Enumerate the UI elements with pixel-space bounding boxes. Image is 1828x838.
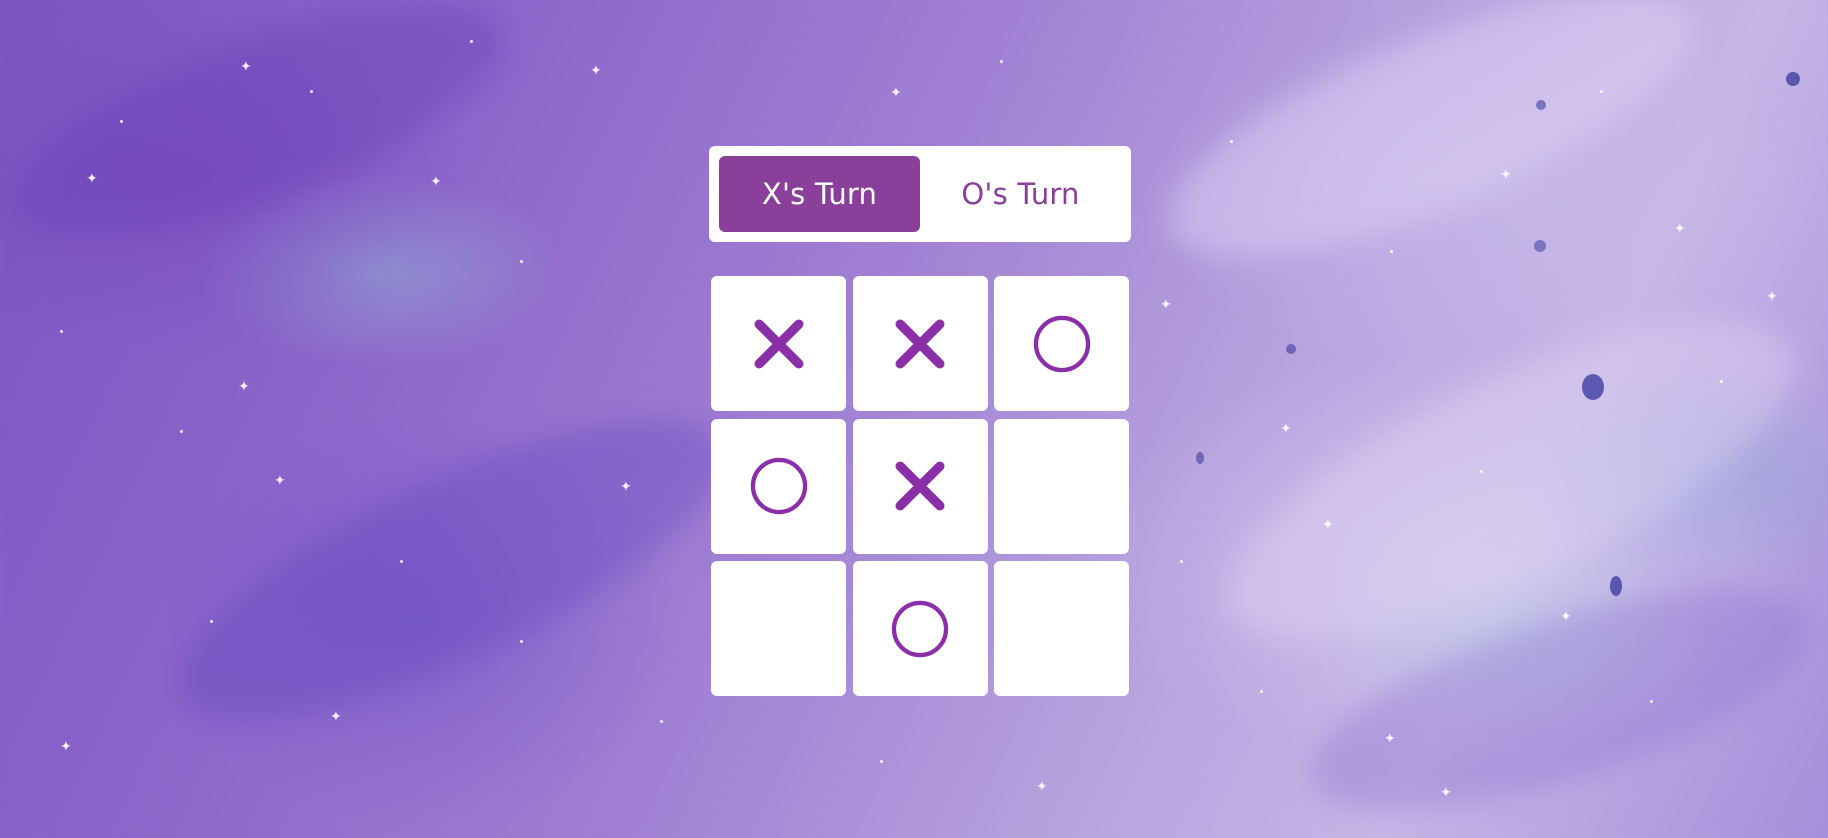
o-mark-icon — [750, 457, 807, 515]
bg-dot — [880, 760, 883, 763]
o-turn-button[interactable]: O's Turn — [920, 156, 1121, 232]
sparkle-icon: ✦ — [1500, 167, 1512, 183]
sparkle-icon: ✦ — [1384, 731, 1396, 747]
sparkle-icon: ✦ — [1160, 297, 1172, 313]
o-mark-icon — [891, 600, 949, 657]
sparkle-icon: ✦ — [1560, 609, 1572, 625]
bg-dot — [60, 330, 63, 333]
bg-dot — [470, 40, 473, 43]
sparkle-icon: ✦ — [238, 379, 250, 395]
bg-streak — [1186, 258, 1828, 702]
bg-dot — [1480, 470, 1483, 473]
x-mark-icon — [895, 461, 945, 511]
ink-blot — [1536, 100, 1546, 110]
sparkle-icon: ✦ — [430, 174, 442, 190]
board-cell[interactable] — [852, 418, 988, 554]
game-board — [711, 276, 1129, 696]
sparkle-icon: ✦ — [1036, 779, 1048, 795]
bg-dot — [1720, 380, 1723, 383]
bg-dot — [520, 260, 523, 263]
bg-streak — [0, 0, 532, 285]
ink-blot — [1286, 344, 1296, 354]
bg-dot — [660, 720, 663, 723]
sparkle-icon: ✦ — [240, 59, 252, 75]
bg-streak — [140, 361, 760, 779]
ink-blot — [1610, 576, 1622, 596]
board-cell[interactable] — [711, 276, 846, 411]
sparkle-icon: ✦ — [1322, 517, 1334, 533]
bg-dot — [400, 560, 403, 563]
bg-streak — [1138, 0, 1722, 309]
sparkle-icon: ✦ — [1674, 221, 1686, 237]
board-cell[interactable] — [994, 276, 1129, 411]
o-mark-icon — [1033, 315, 1090, 372]
board-cell[interactable] — [852, 561, 988, 696]
board-cell[interactable] — [852, 276, 988, 411]
sparkle-icon: ✦ — [60, 739, 72, 755]
x-turn-button[interactable]: X's Turn — [719, 156, 920, 232]
bg-dot — [520, 640, 523, 643]
board-cell[interactable] — [711, 418, 846, 554]
sparkle-icon: ✦ — [1280, 421, 1292, 437]
sparkle-icon: ✦ — [1766, 289, 1778, 305]
turn-indicator: X's Turn O's Turn — [709, 146, 1131, 242]
bg-dot — [1000, 60, 1003, 63]
sparkle-icon: ✦ — [620, 479, 632, 495]
bg-streak — [1288, 543, 1828, 838]
x-mark-icon — [754, 319, 803, 368]
sparkle-icon: ✦ — [330, 709, 342, 725]
bg-dot — [120, 120, 123, 123]
bg-dot — [1260, 690, 1263, 693]
x-mark-icon — [895, 319, 945, 368]
ink-blot — [1534, 240, 1546, 252]
bg-dot — [1180, 560, 1183, 563]
sparkle-icon: ✦ — [1440, 785, 1452, 801]
bg-dot — [1230, 140, 1233, 143]
bg-dot — [210, 620, 213, 623]
bg-dot — [1650, 700, 1653, 703]
sparkle-icon: ✦ — [890, 85, 902, 101]
ink-blot — [1196, 452, 1204, 464]
ink-blot — [1582, 374, 1604, 400]
board-cell[interactable] — [994, 561, 1129, 696]
bg-dot — [180, 430, 183, 433]
bg-dot — [1600, 90, 1603, 93]
bg-dot — [1390, 250, 1393, 253]
sparkle-icon: ✦ — [274, 473, 286, 489]
sparkle-icon: ✦ — [590, 63, 602, 79]
board-cell[interactable] — [711, 561, 846, 696]
ink-blot — [1786, 72, 1800, 86]
sparkle-icon: ✦ — [86, 171, 98, 187]
board-cell[interactable] — [994, 418, 1129, 554]
bg-dot — [310, 90, 313, 93]
